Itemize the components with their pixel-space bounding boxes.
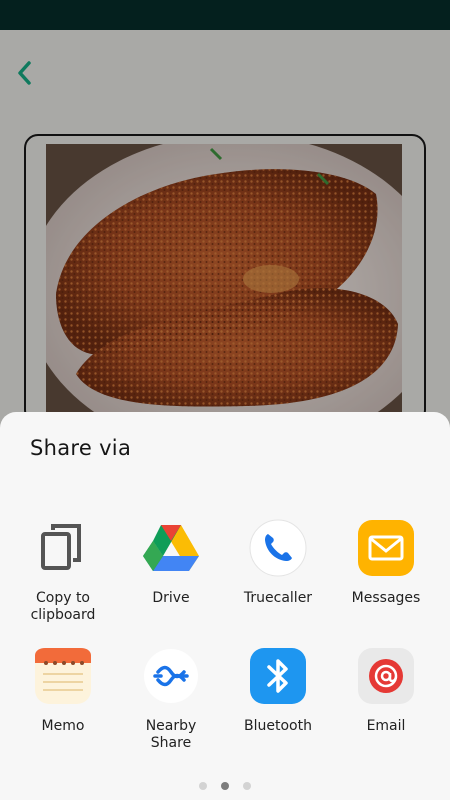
nearby-share-icon	[144, 649, 198, 703]
back-button[interactable]	[10, 58, 40, 88]
share-target-label: Bluetooth	[244, 718, 312, 734]
share-sheet: Share via Copy to clipboard Drive Trueca…	[0, 412, 450, 800]
share-target-truecaller[interactable]: Truecaller	[224, 518, 332, 607]
share-target-label: Drive	[152, 590, 190, 606]
share-target-label: Copy to clipboard	[30, 590, 96, 623]
share-target-email[interactable]: Email	[332, 646, 440, 735]
share-target-copy[interactable]: Copy to clipboard	[9, 518, 117, 624]
share-target-nearby-share[interactable]: Nearby Share	[117, 646, 225, 752]
status-bar	[0, 0, 450, 30]
envelope-icon	[358, 520, 414, 576]
page-dot-active[interactable]	[221, 782, 229, 790]
recipe-photo	[46, 144, 402, 412]
phone-icon	[249, 519, 307, 577]
share-target-label: Email	[366, 718, 406, 734]
share-target-label: Memo	[41, 718, 85, 734]
copy-icon	[41, 524, 81, 570]
page-dot[interactable]	[243, 782, 251, 790]
notepad-icon	[35, 648, 91, 704]
share-target-label: Messages	[351, 590, 421, 606]
share-target-memo[interactable]: Memo	[9, 646, 117, 735]
share-target-messages[interactable]: Messages	[332, 518, 440, 607]
share-target-label: Truecaller	[243, 590, 313, 606]
at-sign-icon	[358, 648, 414, 704]
share-target-bluetooth[interactable]: Bluetooth	[224, 646, 332, 735]
share-target-drive[interactable]: Drive	[117, 518, 225, 607]
page-indicator	[0, 782, 450, 790]
page-dot[interactable]	[199, 782, 207, 790]
share-target-label: Nearby Share	[145, 718, 197, 751]
share-sheet-title: Share via	[30, 436, 132, 460]
google-drive-icon	[143, 525, 199, 571]
bluetooth-icon	[250, 648, 306, 704]
chevron-left-icon	[18, 61, 31, 85]
